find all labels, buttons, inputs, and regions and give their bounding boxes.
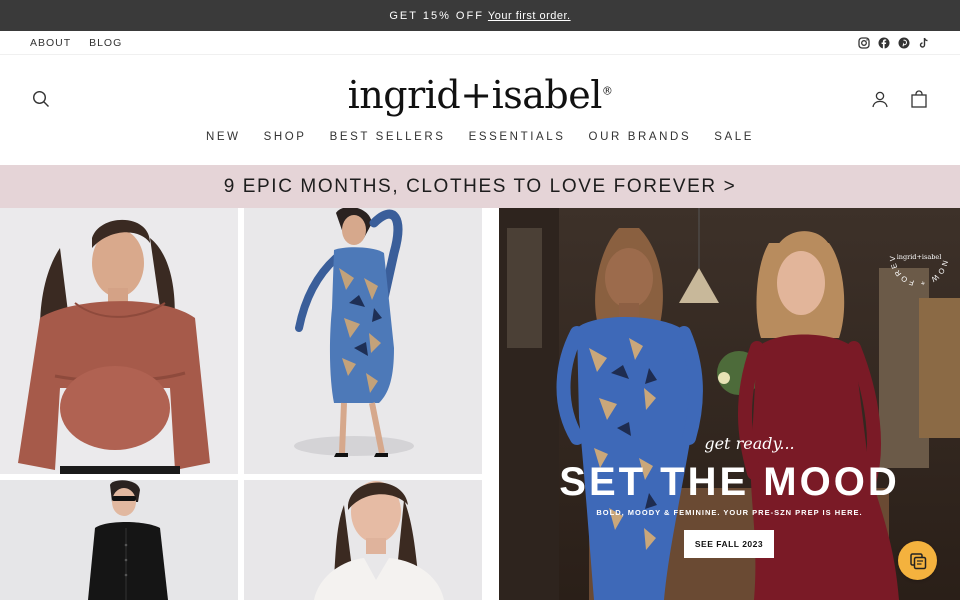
utility-links: ABOUT BLOG [30, 37, 136, 49]
hero-banner[interactable]: NOW + FOREVER ingrid+isabel get ready...… [499, 208, 960, 600]
nav-new[interactable]: NEW [206, 131, 241, 143]
tiktok-icon[interactable] [917, 36, 930, 49]
logo-text: ingrid+isabel [347, 73, 603, 117]
white-sweater-image [244, 480, 482, 600]
print-dress-image [244, 208, 482, 474]
product-tile-print-dress[interactable] [244, 208, 482, 474]
product-grid: NOW + FOREVER ingrid+isabel get ready...… [0, 208, 960, 600]
nav-shop[interactable]: SHOP [264, 131, 307, 143]
nav-best-sellers[interactable]: BEST SELLERS [330, 131, 446, 143]
main-nav: NEW SHOP BEST SELLERS ESSENTIALS OUR BRA… [0, 131, 960, 143]
hero-headline: SET THE MOOD [559, 460, 900, 504]
pinterest-icon[interactable] [897, 36, 910, 49]
nav-our-brands[interactable]: OUR BRANDS [589, 131, 692, 143]
promo-link[interactable]: Your first order. [488, 10, 571, 22]
now-forever-stamp: NOW + FOREVER ingrid+isabel [888, 226, 948, 288]
promo-text: GET 15% OFF [389, 9, 484, 22]
site-logo[interactable]: ingrid+isabel® [0, 73, 960, 117]
hero-subhead: BOLD, MOODY & FEMININE. YOUR PRE-SZN PRE… [596, 508, 863, 517]
facebook-icon[interactable] [877, 36, 890, 49]
social-links [857, 36, 930, 49]
product-tile-white-sweater[interactable] [244, 480, 482, 600]
hero-kicker: get ready... [704, 434, 795, 453]
see-fall-button[interactable]: SEE FALL 2023 [684, 530, 774, 558]
rust-blouse-image [0, 208, 238, 474]
instagram-icon[interactable] [857, 36, 870, 49]
product-tile-rust-blouse[interactable] [0, 208, 238, 474]
nav-sale[interactable]: SALE [714, 131, 754, 143]
black-cardigan-image [0, 480, 238, 600]
nav-essentials[interactable]: ESSENTIALS [469, 131, 566, 143]
blog-link[interactable]: BLOG [89, 37, 122, 49]
promo-banner[interactable]: 9 EPIC MONTHS, CLOTHES TO LOVE FOREVER > [0, 165, 960, 208]
registered-mark: ® [601, 84, 613, 98]
about-link[interactable]: ABOUT [30, 37, 71, 49]
promo-bar: GET 15% OFF Your first order. [0, 0, 960, 31]
account-icon[interactable] [869, 88, 891, 110]
chat-icon [909, 552, 926, 569]
site-header: ingrid+isabel® NEW SHOP BEST SELLERS ESS… [0, 54, 960, 164]
product-tile-black-cardigan[interactable] [0, 480, 238, 600]
chat-button[interactable] [898, 541, 937, 580]
cart-icon[interactable] [908, 88, 930, 110]
utility-bar: ABOUT BLOG [0, 31, 960, 54]
stamp-center-text: ingrid+isabel [897, 253, 942, 261]
